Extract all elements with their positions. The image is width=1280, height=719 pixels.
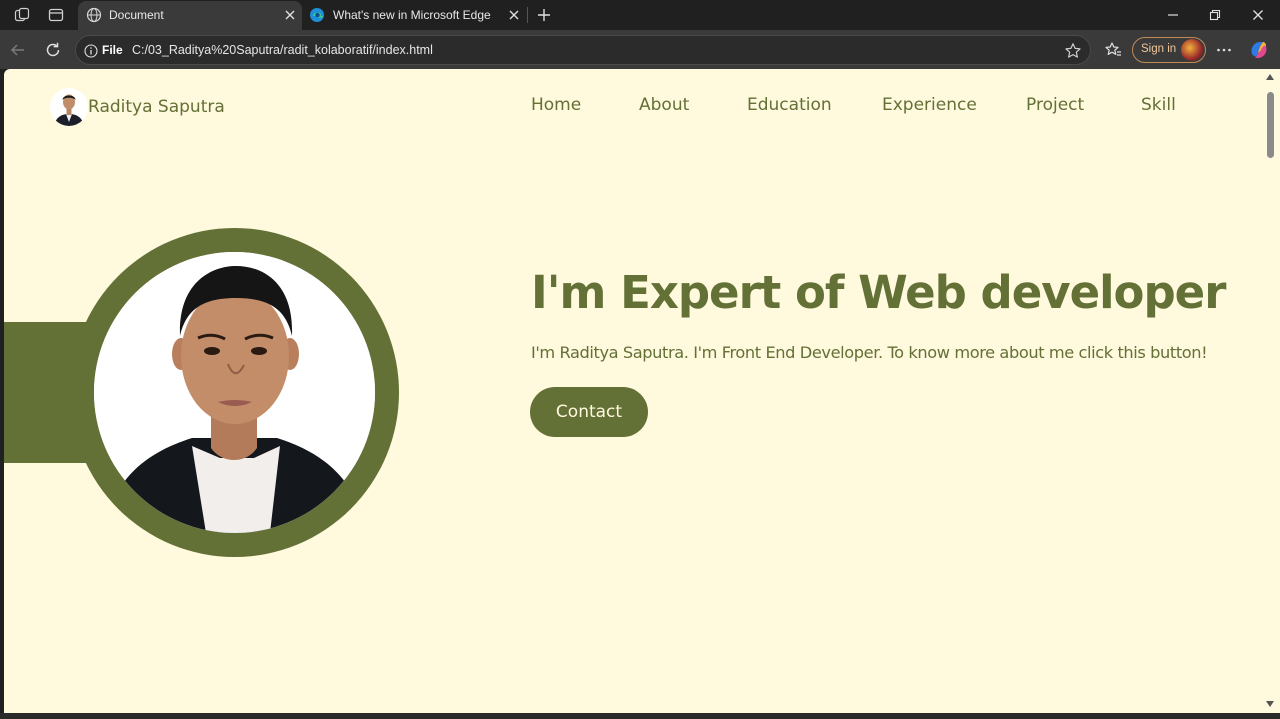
page-viewport: Raditya Saputra Home About Education Exp… — [4, 69, 1262, 713]
tab-actions-icon[interactable] — [46, 5, 66, 25]
tab-document[interactable]: Document — [78, 1, 302, 30]
scheme-label: File — [102, 43, 123, 57]
nav-home[interactable]: Home — [531, 95, 581, 115]
scroll-down-arrow-icon[interactable] — [1266, 701, 1274, 707]
sign-in-label: Sign in — [1141, 43, 1177, 55]
favorites-icon[interactable] — [1101, 38, 1125, 62]
favorite-star-icon[interactable] — [1064, 42, 1082, 60]
profile-avatar-icon — [1181, 39, 1203, 61]
brand[interactable]: Raditya Saputra — [50, 88, 225, 126]
new-tab-icon[interactable] — [534, 5, 554, 25]
nav-experience[interactable]: Experience — [882, 95, 977, 115]
page-scrollbar[interactable] — [1262, 69, 1280, 713]
window-close-icon[interactable] — [1245, 4, 1271, 26]
tab-whats-new[interactable]: What's new in Microsoft Edge — [302, 1, 526, 30]
brand-avatar — [50, 88, 88, 126]
copilot-icon[interactable] — [1247, 38, 1271, 62]
close-icon[interactable] — [283, 8, 297, 22]
scroll-up-arrow-icon[interactable] — [1266, 74, 1274, 80]
nav-skill[interactable]: Skill — [1141, 95, 1176, 115]
workspaces-icon[interactable] — [12, 5, 32, 25]
info-icon[interactable] — [84, 43, 98, 58]
url-text[interactable]: C:/03_Raditya%20Saputra/radit_kolaborati… — [132, 43, 433, 57]
window-bottom-edge — [0, 713, 1280, 719]
nav-about[interactable]: About — [639, 95, 689, 115]
minimize-icon[interactable] — [1160, 4, 1186, 26]
nav-education[interactable]: Education — [747, 95, 832, 115]
edge-icon — [309, 7, 325, 26]
profile-photo — [94, 252, 375, 533]
tab-divider — [527, 7, 528, 23]
globe-icon — [86, 7, 102, 26]
contact-button[interactable]: Contact — [530, 387, 648, 437]
hero-subline: I'm Raditya Saputra. I'm Front End Devel… — [531, 343, 1208, 362]
address-bar[interactable]: File C:/03_Raditya%20Saputra/radit_kolab… — [75, 35, 1091, 65]
more-options-icon[interactable] — [1212, 38, 1236, 62]
tab-bar: Document What's new in Microsoft Edge — [0, 0, 1280, 30]
address-toolbar: File C:/03_Raditya%20Saputra/radit_kolab… — [0, 30, 1280, 69]
hero-headline: I'm Expert of Web developer — [531, 266, 1226, 319]
scrollbar-thumb[interactable] — [1267, 92, 1274, 158]
close-icon[interactable] — [507, 8, 521, 22]
brand-name: Raditya Saputra — [88, 97, 225, 117]
refresh-icon[interactable] — [41, 38, 65, 62]
nav-project[interactable]: Project — [1026, 95, 1084, 115]
restore-icon[interactable] — [1202, 4, 1228, 26]
tab-title: Document — [109, 8, 164, 22]
sign-in-button[interactable]: Sign in — [1132, 37, 1206, 63]
tab-title: What's new in Microsoft Edge — [333, 8, 491, 22]
back-arrow-icon[interactable] — [6, 38, 30, 62]
